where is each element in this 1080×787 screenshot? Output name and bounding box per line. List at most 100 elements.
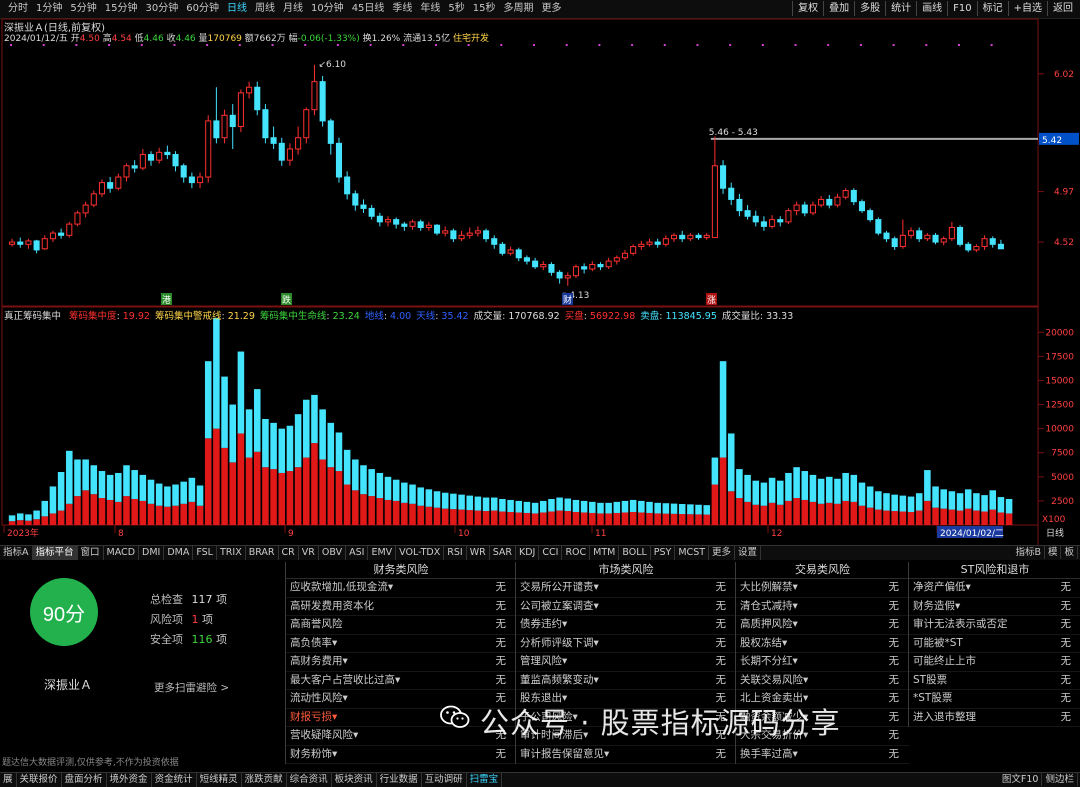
event-marker[interactable]: 财 <box>563 294 572 306</box>
toolbar-button-8[interactable]: 返回 <box>1047 1 1078 16</box>
risk-item[interactable]: 公司被立案调查▾ 无 <box>516 598 736 616</box>
toolbar-button-3[interactable]: 统计 <box>885 1 916 16</box>
toolbar-button-4[interactable]: 画线 <box>916 1 947 16</box>
risk-item[interactable]: 管理风险▾ 无 <box>516 653 736 672</box>
indicator-tab-5[interactable]: DMA <box>164 546 194 560</box>
risk-item[interactable]: 债券违约▾ 无 <box>516 616 736 635</box>
indicator-tab-18[interactable]: KDJ <box>516 546 540 560</box>
risk-item[interactable]: 可能被*ST 无 <box>909 635 1080 653</box>
indicator-tab-right-1[interactable]: 模 <box>1045 546 1062 559</box>
period-tab-6[interactable]: 日线 <box>223 2 251 16</box>
status-tab-8[interactable]: 板块资讯 <box>332 773 377 787</box>
risk-item[interactable]: 财务粉饰▾ 无 <box>286 746 516 764</box>
indicator-tab-13[interactable]: EMV <box>368 546 397 560</box>
indicator-tab-21[interactable]: MTM <box>590 546 620 560</box>
risk-item[interactable]: 审计无法表示或否定 无 <box>909 616 1080 635</box>
period-tab-14[interactable]: 15秒 <box>469 2 500 16</box>
risk-item[interactable]: 可能终止上市 无 <box>909 653 1080 672</box>
indicator-tab-right-2[interactable]: 板 <box>1061 546 1078 559</box>
risk-item[interactable]: 大比例解禁▾ 无 <box>736 579 909 598</box>
status-tab-3[interactable]: 境外资金 <box>107 773 152 787</box>
indicator-tab-2[interactable]: 窗口 <box>78 546 104 560</box>
event-marker[interactable]: 跌 <box>282 295 291 306</box>
kline-chart[interactable]: 6.025.424.974.525.46 - 5.435.42↙6.10↖4.1… <box>0 18 1080 545</box>
risk-item[interactable]: *ST股票 无 <box>909 690 1080 709</box>
status-tab-6[interactable]: 涨跌贡献 <box>242 773 287 787</box>
indicator-tab-7[interactable]: TRIX <box>217 546 246 560</box>
risk-item[interactable]: ST股票 无 <box>909 672 1080 690</box>
risk-item[interactable]: 关联交易风险▾ 无 <box>736 672 909 690</box>
indicator-tab-23[interactable]: PSY <box>651 546 676 560</box>
toolbar-button-1[interactable]: 叠加 <box>823 1 854 16</box>
event-marker[interactable]: 涨 <box>707 295 716 306</box>
indicator-tab-19[interactable]: CCI <box>539 546 563 560</box>
indicator-tab-0[interactable]: 指标A <box>0 546 33 560</box>
risk-item[interactable]: 清仓式减持▾ 无 <box>736 598 909 616</box>
risk-item[interactable]: 股权冻结▾ 无 <box>736 635 909 653</box>
period-tab-2[interactable]: 5分钟 <box>66 2 100 16</box>
period-tab-8[interactable]: 月线 <box>279 2 307 16</box>
period-tab-16[interactable]: 更多 <box>538 2 566 16</box>
risk-item[interactable]: 高财务费用▾ 无 <box>286 653 516 672</box>
period-tab-11[interactable]: 季线 <box>388 2 416 16</box>
period-tab-15[interactable]: 多周期 <box>500 2 538 16</box>
status-tab-1[interactable]: 关联报价 <box>17 773 62 787</box>
period-tab-5[interactable]: 60分钟 <box>182 2 223 16</box>
event-marker[interactable]: 港 <box>162 294 171 306</box>
risk-item[interactable]: 分析师评级下调▾ 无 <box>516 635 736 653</box>
status-tab-4[interactable]: 资金统计 <box>152 773 197 787</box>
indicator-tab-10[interactable]: VR <box>299 546 319 560</box>
toolbar-button-6[interactable]: 标记 <box>976 1 1008 16</box>
indicator-tab-16[interactable]: WR <box>467 546 490 560</box>
indicator-tab-3[interactable]: MACD <box>104 546 140 560</box>
period-tab-3[interactable]: 15分钟 <box>101 2 142 16</box>
risk-item[interactable]: 高负债率▾ 无 <box>286 635 516 653</box>
indicator-tab-22[interactable]: BOLL <box>619 546 651 560</box>
indicator-tab-17[interactable]: SAR <box>490 546 517 560</box>
status-tab-10[interactable]: 互动调研 <box>422 773 467 787</box>
risk-item[interactable]: 长期不分红▾ 无 <box>736 653 909 672</box>
risk-item[interactable]: 进入退市整理 无 <box>909 709 1080 727</box>
period-tab-9[interactable]: 10分钟 <box>307 2 348 16</box>
toolbar-button-7[interactable]: +自选 <box>1007 1 1047 16</box>
status-tab-11[interactable]: 扫雷宝 <box>467 773 503 787</box>
indicator-tab-12[interactable]: ASI <box>346 546 369 560</box>
risk-item[interactable]: 高研发费用资本化 无 <box>286 598 516 616</box>
risk-item[interactable]: 财务造假▾ 无 <box>909 598 1080 616</box>
indicator-tab-24[interactable]: MCST <box>675 546 710 560</box>
indicator-tab-4[interactable]: DMI <box>139 546 165 560</box>
toolbar-button-5[interactable]: F10 <box>947 1 976 16</box>
period-tab-4[interactable]: 30分钟 <box>141 2 182 16</box>
risk-item[interactable]: 交易所公开谴责▾ 无 <box>516 579 736 598</box>
period-tab-12[interactable]: 年线 <box>416 2 444 16</box>
indicator-tab-14[interactable]: VOL-TDX <box>396 546 445 560</box>
indicator-tab-20[interactable]: ROC <box>562 546 591 560</box>
risk-item[interactable]: 董监高频繁变动▾ 无 <box>516 672 736 690</box>
indicator-tab-8[interactable]: BRAR <box>246 546 279 560</box>
indicator-tab-26[interactable]: 设置 <box>735 546 762 560</box>
status-tab-2[interactable]: 盘面分析 <box>62 773 107 787</box>
risk-item[interactable]: 净资产偏低▾ 无 <box>909 579 1080 598</box>
indicator-tab-1[interactable]: 指标平台 <box>32 546 78 560</box>
indicator-tab-right-0[interactable]: 指标B <box>1012 546 1045 559</box>
risk-item[interactable]: 换手率过高▾ 无 <box>736 746 909 764</box>
risk-item[interactable]: 高质押风险▾ 无 <box>736 616 909 635</box>
period-tab-1[interactable]: 1分钟 <box>32 2 66 16</box>
toolbar-button-2[interactable]: 多股 <box>854 1 885 16</box>
risk-item[interactable]: 高商誉风险 无 <box>286 616 516 635</box>
indicator-tab-9[interactable]: CR <box>279 546 299 560</box>
period-tab-13[interactable]: 5秒 <box>444 2 468 16</box>
risk-item[interactable]: 审计报告保留意见▾ 无 <box>516 746 736 764</box>
status-right-1[interactable]: 侧边栏 <box>1042 773 1078 786</box>
risk-item[interactable]: 应收款增加,低现金流▾ 无 <box>286 579 516 598</box>
status-right-0[interactable]: 图文F10 <box>999 773 1043 786</box>
status-tab-0[interactable]: 展 <box>0 773 17 787</box>
toolbar-button-0[interactable]: 复权 <box>792 1 823 16</box>
period-tab-0[interactable]: 分时 <box>4 2 32 16</box>
status-tab-9[interactable]: 行业数据 <box>377 773 422 787</box>
status-tab-7[interactable]: 综合资讯 <box>287 773 332 787</box>
indicator-tab-11[interactable]: OBV <box>319 546 347 560</box>
period-tab-7[interactable]: 周线 <box>251 2 279 16</box>
period-tab-10[interactable]: 45日线 <box>348 2 389 16</box>
risk-item[interactable]: 最大客户占营收比过高▾ 无 <box>286 672 516 690</box>
